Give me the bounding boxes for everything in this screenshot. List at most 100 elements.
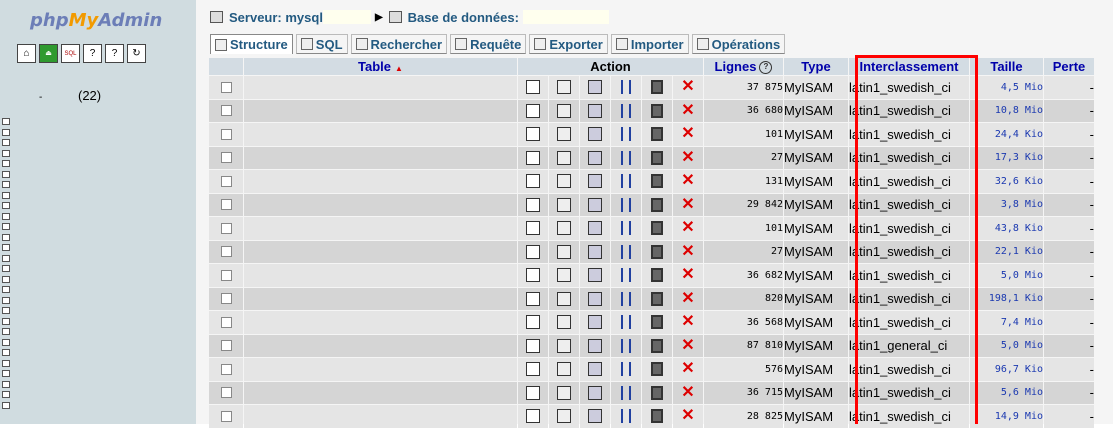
search-icon[interactable] — [588, 197, 602, 212]
insert-icon[interactable] — [621, 80, 631, 95]
insert-icon[interactable] — [621, 315, 631, 330]
search-icon[interactable] — [588, 291, 602, 306]
table-name-cell[interactable] — [244, 193, 517, 216]
insert-icon[interactable] — [621, 127, 631, 142]
table-name-cell[interactable] — [244, 240, 517, 263]
documentation-icon[interactable]: ? — [83, 44, 102, 63]
breadcrumb-server[interactable]: Serveur: mysql — [229, 10, 323, 25]
search-icon[interactable] — [588, 221, 602, 236]
table-name-cell[interactable] — [244, 76, 517, 99]
browse-icon[interactable] — [526, 291, 540, 306]
logout-icon[interactable]: ⏏ — [39, 44, 58, 63]
tab-operations[interactable]: Opérations — [691, 34, 786, 54]
structure-icon[interactable] — [557, 291, 571, 306]
table-list-icon[interactable] — [2, 244, 10, 251]
drop-icon[interactable]: ✕ — [681, 79, 695, 95]
table-name-cell[interactable] — [244, 99, 517, 122]
browse-icon[interactable] — [526, 385, 540, 400]
structure-icon[interactable] — [557, 315, 571, 330]
size-value[interactable]: 3,8 Mio — [970, 193, 1043, 216]
table-list-icon[interactable] — [2, 149, 10, 157]
row-checkbox[interactable] — [220, 152, 232, 164]
table-name-cell[interactable] — [244, 381, 517, 404]
empty-icon[interactable] — [651, 150, 663, 165]
table-list-icon[interactable] — [2, 275, 10, 283]
drop-icon[interactable]: ✕ — [681, 408, 695, 424]
row-checkbox[interactable] — [220, 128, 232, 140]
table-list-icon[interactable] — [2, 359, 10, 367]
table-list-icon[interactable] — [2, 128, 10, 136]
empty-icon[interactable] — [651, 315, 663, 330]
tab-search[interactable]: Rechercher — [350, 34, 448, 54]
table-list-icon[interactable] — [2, 139, 10, 146]
structure-icon[interactable] — [557, 174, 571, 189]
browse-icon[interactable] — [526, 197, 540, 212]
breadcrumb-database[interactable]: Base de données: — [408, 10, 519, 25]
size-value[interactable]: 43,8 Kio — [970, 217, 1043, 240]
insert-icon[interactable] — [621, 409, 631, 424]
table-name-cell[interactable] — [244, 146, 517, 169]
row-checkbox[interactable] — [220, 81, 232, 93]
structure-icon[interactable] — [557, 268, 571, 283]
row-checkbox[interactable] — [220, 175, 232, 187]
size-header[interactable]: Taille — [970, 58, 1043, 75]
insert-icon[interactable] — [621, 291, 631, 306]
empty-icon[interactable] — [651, 103, 663, 118]
insert-icon[interactable] — [621, 221, 631, 236]
size-value[interactable]: 5,0 Mio — [970, 264, 1043, 287]
collation-header[interactable]: Interclassement — [849, 58, 969, 75]
structure-icon[interactable] — [557, 338, 571, 353]
table-list-icon[interactable] — [2, 391, 10, 398]
size-value[interactable]: 5,0 Mio — [970, 334, 1043, 357]
table-list-icon[interactable] — [2, 338, 10, 346]
drop-icon[interactable]: ✕ — [681, 337, 695, 353]
structure-icon[interactable] — [557, 221, 571, 236]
drop-icon[interactable]: ✕ — [681, 173, 695, 189]
browse-icon[interactable] — [526, 268, 540, 283]
row-checkbox[interactable] — [220, 410, 232, 422]
browse-icon[interactable] — [526, 315, 540, 330]
table-list-icon[interactable] — [2, 370, 10, 377]
drop-icon[interactable]: ✕ — [681, 384, 695, 400]
table-list-icon[interactable] — [2, 191, 10, 199]
browse-icon[interactable] — [526, 409, 540, 424]
sql-docs-icon[interactable]: ? — [105, 44, 124, 63]
size-value[interactable]: 32,6 Kio — [970, 170, 1043, 193]
overhead-header[interactable]: Perte — [1044, 58, 1094, 75]
size-value[interactable]: 17,3 Kio — [970, 146, 1043, 169]
drop-icon[interactable]: ✕ — [681, 196, 695, 212]
insert-icon[interactable] — [621, 385, 631, 400]
size-value[interactable]: 4,5 Mio — [970, 76, 1043, 99]
drop-icon[interactable]: ✕ — [681, 126, 695, 142]
insert-icon[interactable] — [621, 103, 631, 118]
size-value[interactable]: 198,1 Kio — [970, 287, 1043, 310]
drop-icon[interactable]: ✕ — [681, 361, 695, 377]
empty-icon[interactable] — [651, 174, 663, 189]
search-icon[interactable] — [588, 103, 602, 118]
empty-icon[interactable] — [651, 221, 663, 236]
drop-icon[interactable]: ✕ — [681, 314, 695, 330]
table-name-cell[interactable] — [244, 264, 517, 287]
table-name-cell[interactable] — [244, 405, 517, 428]
structure-icon[interactable] — [557, 150, 571, 165]
table-list-icon[interactable] — [2, 170, 10, 178]
tab-import[interactable]: Importer — [610, 34, 689, 54]
search-icon[interactable] — [588, 268, 602, 283]
table-list-icon[interactable] — [2, 380, 10, 388]
type-header[interactable]: Type — [784, 58, 848, 75]
insert-icon[interactable] — [621, 150, 631, 165]
table-name-cell[interactable] — [244, 287, 517, 310]
table-list-icon[interactable] — [2, 307, 10, 314]
browse-icon[interactable] — [526, 103, 540, 118]
table-list-icon[interactable] — [2, 328, 10, 335]
insert-icon[interactable] — [621, 362, 631, 377]
empty-icon[interactable] — [651, 409, 663, 424]
row-checkbox[interactable] — [220, 293, 232, 305]
table-list-icon[interactable] — [2, 160, 10, 167]
rows-header[interactable]: Lignes? — [704, 58, 783, 75]
table-list-icon[interactable] — [2, 118, 10, 125]
browse-icon[interactable] — [526, 221, 540, 236]
row-checkbox[interactable] — [220, 199, 232, 211]
structure-icon[interactable] — [557, 409, 571, 424]
drop-icon[interactable]: ✕ — [681, 149, 695, 165]
